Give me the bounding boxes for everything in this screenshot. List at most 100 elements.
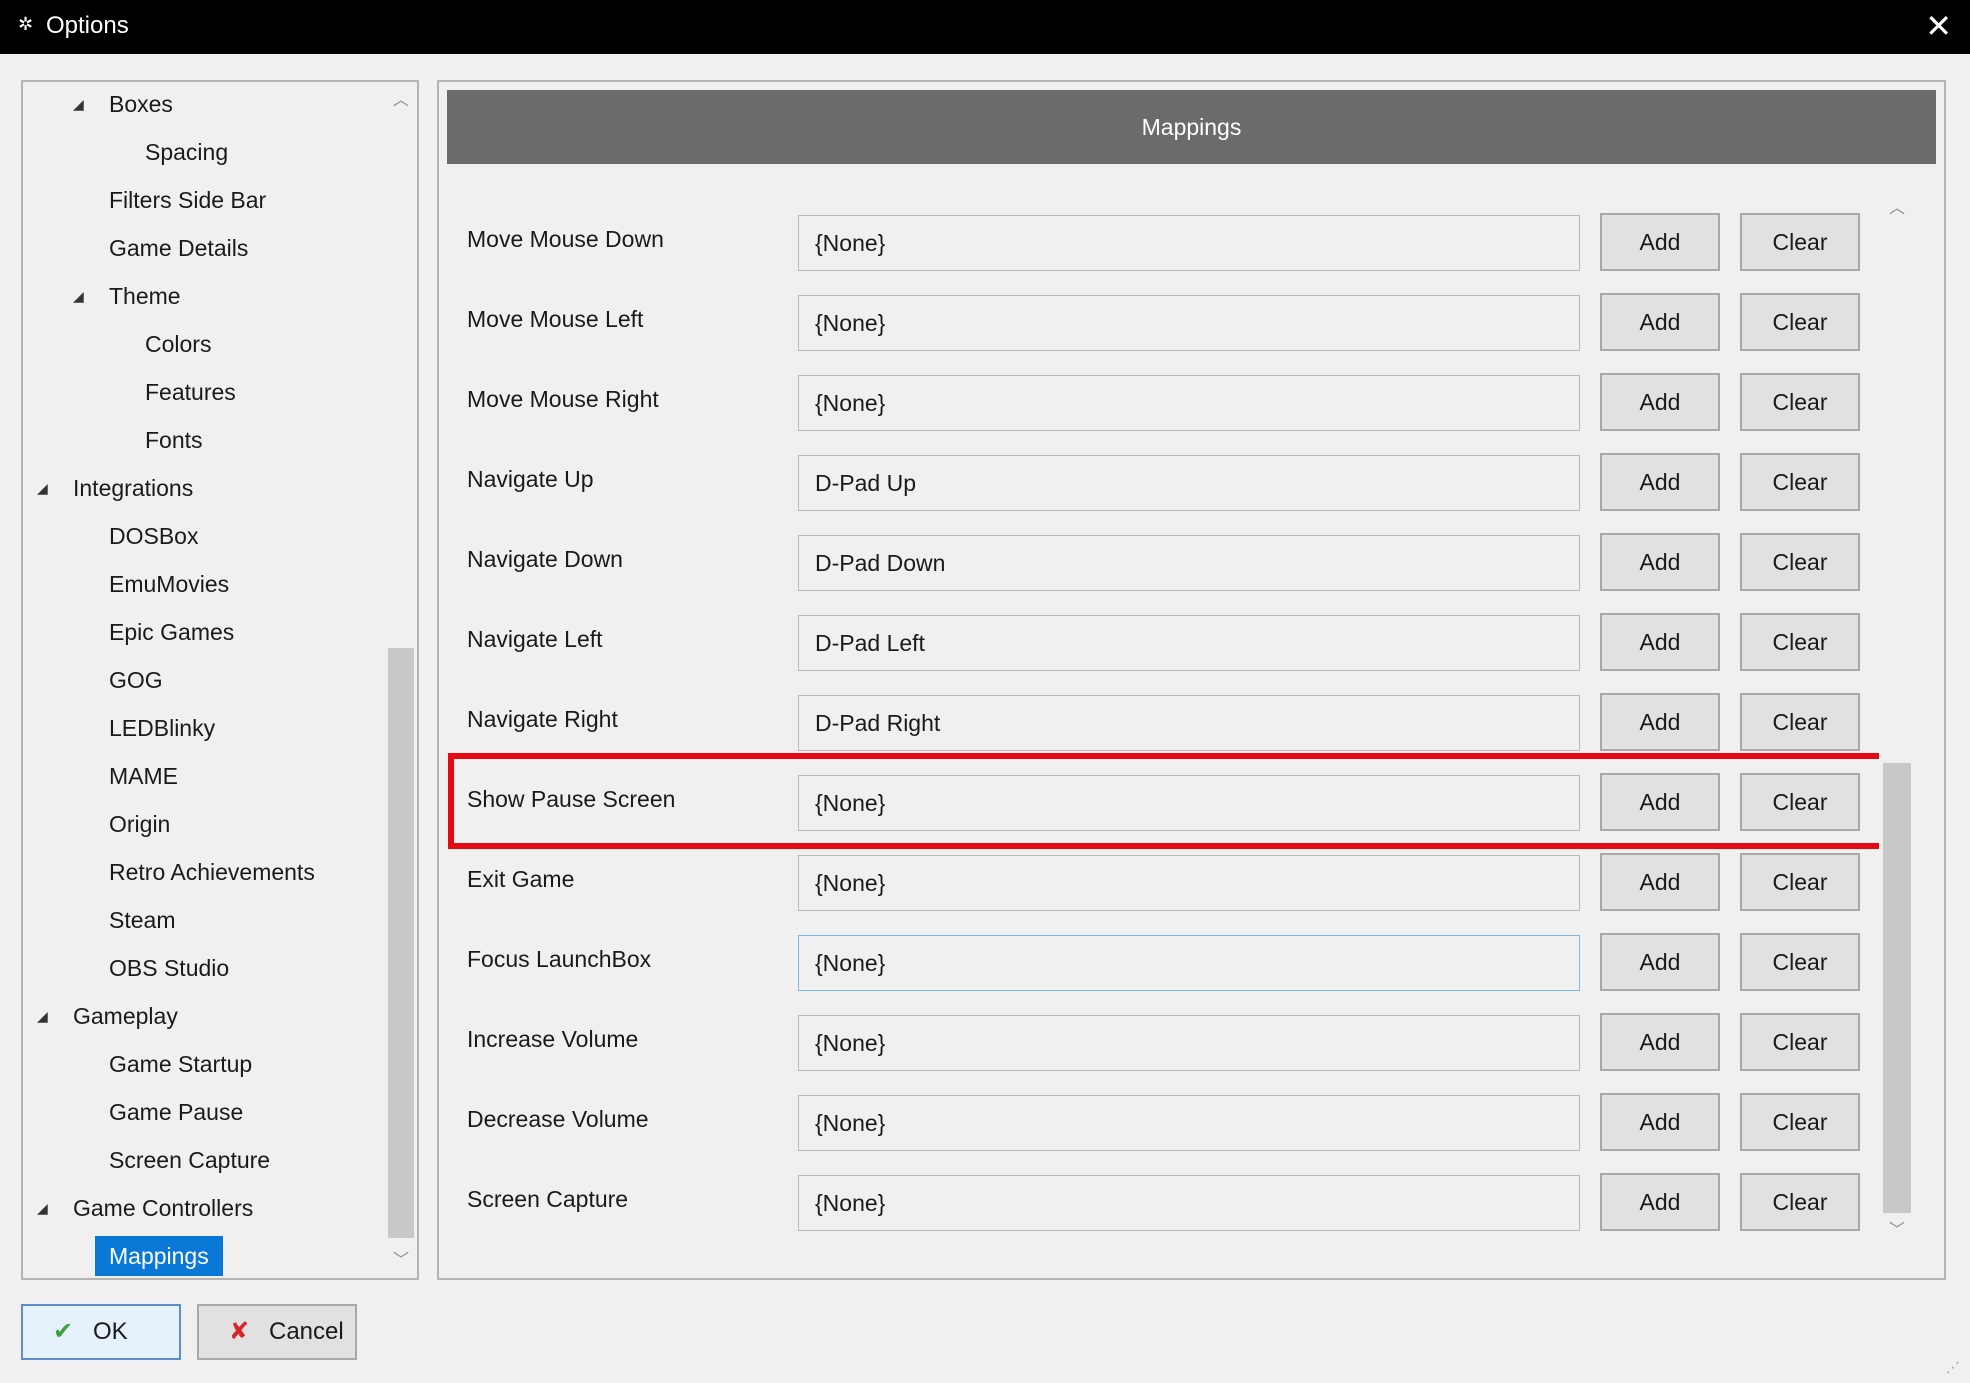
tree-item-fonts[interactable]: Fonts <box>145 420 203 460</box>
tree-item-label: LEDBlinky <box>109 715 216 741</box>
add-button[interactable]: Add <box>1600 933 1720 991</box>
clear-button[interactable]: Clear <box>1740 453 1860 511</box>
mapping-value-field[interactable]: D-Pad Up <box>798 455 1580 511</box>
scroll-thumb[interactable] <box>388 648 414 1238</box>
tree-item-colors[interactable]: Colors <box>145 324 211 364</box>
mapping-value-field[interactable]: D-Pad Left <box>798 615 1580 671</box>
scroll-down-icon[interactable]: ﹀ <box>1879 1217 1915 1245</box>
clear-button[interactable]: Clear <box>1740 213 1860 271</box>
add-button[interactable]: Add <box>1600 453 1720 511</box>
add-button[interactable]: Add <box>1600 1173 1720 1231</box>
tree-item-label: GOG <box>109 667 163 693</box>
tree-item-emumovies[interactable]: EmuMovies <box>109 564 229 604</box>
mapping-value-field[interactable]: {None} <box>798 215 1580 271</box>
clear-button[interactable]: Clear <box>1740 373 1860 431</box>
tree-item-mappings[interactable]: Mappings <box>95 1236 223 1276</box>
expand-triangle-icon[interactable]: ◢ <box>73 276 84 316</box>
tree-item-label: Epic Games <box>109 619 235 645</box>
scroll-up-icon[interactable]: ︿ <box>1879 195 1915 223</box>
resize-grip-icon[interactable]: ⋰ <box>1946 1359 1966 1379</box>
close-icon[interactable]: ✕ <box>1925 8 1952 44</box>
tree-scrollbar[interactable]: ︿ ﹀ <box>385 82 417 1278</box>
mapping-label: Move Mouse Down <box>467 226 664 252</box>
tree-item-obs-studio[interactable]: OBS Studio <box>109 948 229 988</box>
add-button[interactable]: Add <box>1600 1093 1720 1151</box>
mapping-label: Show Pause Screen <box>467 786 676 812</box>
tree-item-epic-games[interactable]: Epic Games <box>109 612 234 652</box>
clear-button[interactable]: Clear <box>1740 773 1860 831</box>
tree-item-label: Game Pause <box>109 1099 244 1125</box>
cancel-button[interactable]: ✘ Cancel <box>197 1304 357 1360</box>
mapping-value-field[interactable]: {None} <box>798 1095 1580 1151</box>
mapping-row: Exit Game {None} Add Clear <box>437 839 1877 919</box>
add-button[interactable]: Add <box>1600 613 1720 671</box>
clear-button[interactable]: Clear <box>1740 853 1860 911</box>
tree-item-gameplay[interactable]: ◢ Gameplay <box>37 996 178 1036</box>
tree-item-label: Boxes <box>109 91 173 117</box>
tree-item-retro-achievements[interactable]: Retro Achievements <box>109 852 315 892</box>
mapping-row: Screen Capture {None} Add Clear <box>437 1159 1877 1239</box>
clear-button[interactable]: Clear <box>1740 1093 1860 1151</box>
tree-item-game-details[interactable]: Game Details <box>109 228 248 268</box>
tree-item-spacing[interactable]: Spacing <box>145 132 228 172</box>
panel-header: Mappings <box>447 90 1936 164</box>
add-button[interactable]: Add <box>1600 533 1720 591</box>
tree-item-game-startup[interactable]: Game Startup <box>109 1044 252 1084</box>
add-button[interactable]: Add <box>1600 853 1720 911</box>
mapping-value-field[interactable]: D-Pad Down <box>798 535 1580 591</box>
mapping-value-field[interactable]: {None} <box>798 375 1580 431</box>
clear-button[interactable]: Clear <box>1740 693 1860 751</box>
mapping-label: Navigate Right <box>467 706 618 732</box>
scroll-down-icon[interactable]: ﹀ <box>385 1246 417 1276</box>
add-button[interactable]: Add <box>1600 1013 1720 1071</box>
clear-button[interactable]: Clear <box>1740 533 1860 591</box>
add-button[interactable]: Add <box>1600 293 1720 351</box>
tree-item-filters-side-bar[interactable]: Filters Side Bar <box>109 180 266 220</box>
expand-triangle-icon[interactable]: ◢ <box>73 84 84 124</box>
tree-item-label: Screen Capture <box>109 1147 271 1173</box>
mapping-label: Focus LaunchBox <box>467 946 652 972</box>
mapping-row: Move Mouse Left {None} Add Clear <box>437 279 1877 359</box>
mapping-label: Screen Capture <box>467 1186 629 1212</box>
tree-item-screen-capture[interactable]: Screen Capture <box>109 1140 270 1180</box>
add-button[interactable]: Add <box>1600 373 1720 431</box>
tree-item-label: Theme <box>109 283 181 309</box>
expand-triangle-icon[interactable]: ◢ <box>37 468 48 508</box>
mapping-value-field[interactable]: {None} <box>798 935 1580 991</box>
mapping-value-field[interactable]: {None} <box>798 1175 1580 1231</box>
ok-button[interactable]: ✔ OK <box>21 1304 181 1360</box>
tree-item-ledblinky[interactable]: LEDBlinky <box>109 708 215 748</box>
tree-item-theme[interactable]: ◢ Theme <box>73 276 181 316</box>
tree-item-game-pause[interactable]: Game Pause <box>109 1092 243 1132</box>
scroll-up-icon[interactable]: ︿ <box>385 86 417 116</box>
expand-triangle-icon[interactable]: ◢ <box>37 1188 48 1228</box>
tree-item-label: OBS Studio <box>109 955 230 981</box>
clear-button[interactable]: Clear <box>1740 613 1860 671</box>
tree-item-steam[interactable]: Steam <box>109 900 175 940</box>
clear-button[interactable]: Clear <box>1740 933 1860 991</box>
tree-item-integrations[interactable]: ◢ Integrations <box>37 468 193 508</box>
mapping-value-field[interactable]: {None} <box>798 1015 1580 1071</box>
tree-item-origin[interactable]: Origin <box>109 804 170 844</box>
mapping-value-field[interactable]: {None} <box>798 295 1580 351</box>
tree-item-game-controllers[interactable]: ◢ Game Controllers <box>37 1188 253 1228</box>
mapping-value-field[interactable]: {None} <box>798 775 1580 831</box>
clear-button[interactable]: Clear <box>1740 293 1860 351</box>
add-button[interactable]: Add <box>1600 693 1720 751</box>
add-button[interactable]: Add <box>1600 213 1720 271</box>
tree-item-label: Origin <box>109 811 171 837</box>
gear-icon: ✲ <box>18 14 34 34</box>
clear-button[interactable]: Clear <box>1740 1173 1860 1231</box>
add-button[interactable]: Add <box>1600 773 1720 831</box>
tree-item-boxes[interactable]: ◢ Boxes <box>73 84 173 124</box>
tree-item-dosbox[interactable]: DOSBox <box>109 516 198 556</box>
tree-item-features[interactable]: Features <box>145 372 236 412</box>
tree-item-mame[interactable]: MAME <box>109 756 178 796</box>
mappings-scrollbar[interactable]: ︿ ﹀ <box>1879 193 1915 1247</box>
clear-button[interactable]: Clear <box>1740 1013 1860 1071</box>
mapping-value-field[interactable]: D-Pad Right <box>798 695 1580 751</box>
scroll-thumb[interactable] <box>1883 763 1911 1213</box>
mapping-value-field[interactable]: {None} <box>798 855 1580 911</box>
tree-item-gog[interactable]: GOG <box>109 660 163 700</box>
expand-triangle-icon[interactable]: ◢ <box>37 996 48 1036</box>
